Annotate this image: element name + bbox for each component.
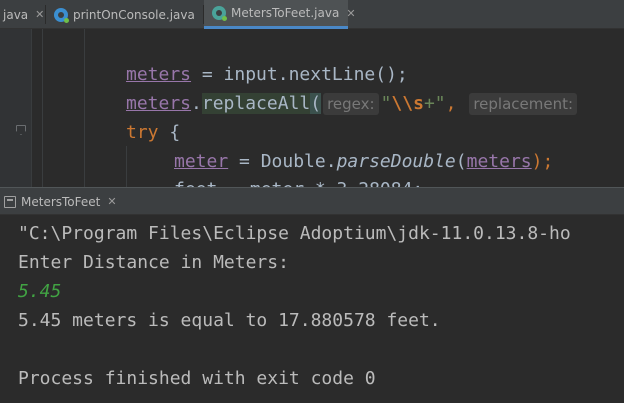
code-text: {: [158, 122, 181, 143]
ide-window: java ✕ printOnConsole.java ✕ MetersToFee…: [0, 0, 624, 403]
code-text: );: [531, 151, 554, 172]
paren: (: [455, 151, 467, 172]
string-text: +: [423, 93, 435, 114]
code-text: = Double.: [228, 151, 337, 172]
tab-label: MetersToFeet.java: [231, 6, 340, 20]
comma: ,: [445, 93, 457, 114]
close-icon[interactable]: ✕: [35, 9, 44, 20]
code-text: = input.nextLine();: [191, 64, 408, 85]
variable-meters: meters: [126, 93, 192, 114]
console-output[interactable]: "C:\Program Files\Eclipse Adoptium\jdk-1…: [0, 215, 624, 403]
code-text: .: [191, 93, 202, 114]
code-line-1[interactable]: meters = input.nextLine();: [126, 63, 408, 87]
run-tab-label: MetersToFeet: [21, 194, 101, 209]
tab-printonconsole[interactable]: printOnConsole.java ✕: [46, 0, 211, 29]
variable-meters: meters: [126, 64, 192, 85]
parameter-hint-regex: regex:: [323, 93, 379, 115]
close-icon[interactable]: ✕: [107, 196, 116, 207]
console-line: 5.45 meters is equal to 17.880578 feet.: [18, 310, 441, 331]
console-line: Process finished with exit code 0: [18, 368, 376, 389]
console-icon: [4, 195, 16, 208]
paren: (: [310, 93, 322, 114]
console-line: Enter Distance in Meters:: [18, 252, 289, 273]
keyword-try: try: [126, 122, 159, 143]
code-line-2[interactable]: meters.replaceAll(regex: "\\s+", replacem…: [126, 92, 579, 116]
tab-label: printOnConsole.java: [73, 7, 195, 22]
string-quote: ": [380, 93, 392, 114]
parameter-hint-replacement: replacement:: [469, 93, 578, 115]
editor-gutter: [0, 29, 31, 187]
run-tool-bar: MetersToFeet ✕: [0, 187, 624, 215]
tab-java[interactable]: java ✕: [0, 0, 46, 29]
close-icon[interactable]: ✕: [346, 8, 355, 19]
run-tab-meterstofeet[interactable]: MetersToFeet ✕: [0, 188, 127, 215]
string-quote: ": [434, 93, 446, 114]
editor-tab-bar: java ✕ printOnConsole.java ✕ MetersToFee…: [0, 0, 624, 29]
tab-label: java: [3, 7, 29, 22]
variable-meters: meters: [466, 151, 532, 172]
console-line: "C:\Program Files\Eclipse Adoptium\jdk-1…: [18, 223, 571, 244]
tab-meterstofeet[interactable]: MetersToFeet.java ✕: [204, 0, 356, 29]
code-line-3[interactable]: try {: [126, 121, 180, 145]
method-replaceall: replaceAll: [201, 93, 311, 114]
variable-meter: meter: [174, 151, 229, 172]
java-class-icon: [54, 7, 69, 23]
console-user-input: 5.45: [18, 281, 62, 302]
code-line-4[interactable]: meter = Double.parseDouble(meters);: [174, 150, 553, 174]
string-escape: \\s: [391, 93, 424, 114]
method-parsedouble: parseDouble: [336, 151, 456, 172]
java-class-icon: [212, 6, 227, 21]
